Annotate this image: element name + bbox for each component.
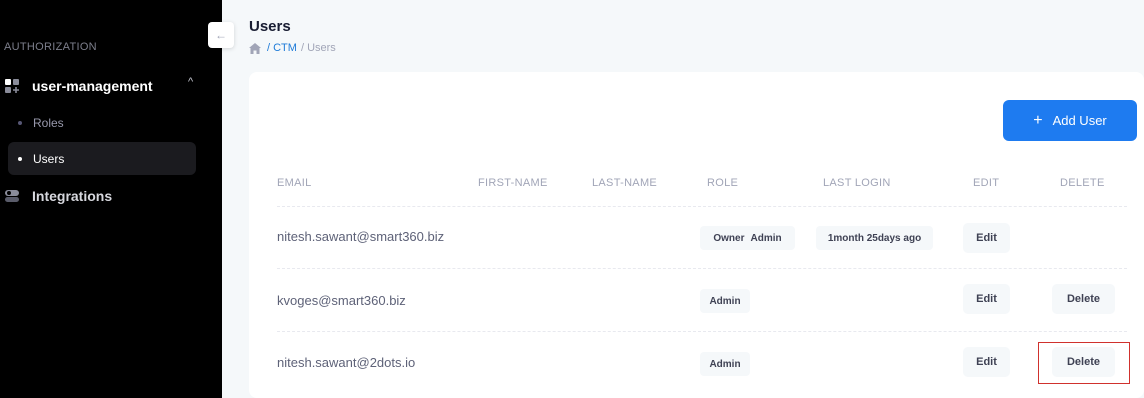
email-cell: kvoges@smart360.biz bbox=[277, 293, 406, 308]
row-divider bbox=[277, 268, 1127, 269]
role-badge: Admin bbox=[700, 289, 750, 313]
column-header-edit: EDIT bbox=[973, 177, 1000, 189]
breadcrumb-current: / Users bbox=[300, 42, 336, 54]
edit-button[interactable]: Edit bbox=[963, 347, 1010, 377]
sidebar-item-roles[interactable]: Roles bbox=[8, 106, 196, 139]
collapse-sidebar-button[interactable]: ← bbox=[208, 22, 234, 48]
role-admin: Admin bbox=[750, 232, 782, 244]
toggle-icon bbox=[4, 188, 20, 204]
role-badge: Owner Admin bbox=[700, 226, 795, 250]
sidebar-item-user-management[interactable]: user-management ^ bbox=[4, 74, 204, 98]
grid-plus-icon bbox=[4, 78, 20, 94]
role-badge: Admin bbox=[700, 352, 750, 376]
breadcrumb: / CTM / Users bbox=[249, 42, 336, 54]
sidebar-item-integrations[interactable]: Integrations bbox=[4, 188, 112, 204]
sidebar: AUTHORIZATION user-management ^ Roles Us… bbox=[0, 0, 222, 398]
row-divider bbox=[277, 206, 1127, 207]
edit-button[interactable]: Edit bbox=[963, 223, 1010, 253]
email-cell: nitesh.sawant@smart360.biz bbox=[277, 229, 445, 244]
column-header-role: ROLE bbox=[707, 177, 739, 189]
bullet-icon bbox=[18, 156, 22, 161]
users-card: + Add User EMAIL FIRST-NAME LAST-NAME RO… bbox=[249, 72, 1144, 398]
sidebar-item-label: user-management bbox=[32, 78, 153, 94]
last-login-badge: 1month 25days ago bbox=[816, 226, 933, 250]
sidebar-item-label: Integrations bbox=[32, 188, 113, 204]
add-user-button[interactable]: + Add User bbox=[1003, 100, 1137, 141]
add-user-label: Add User bbox=[1052, 113, 1107, 128]
sidebar-section-title: AUTHORIZATION bbox=[4, 41, 97, 53]
delete-button[interactable]: Delete bbox=[1052, 284, 1115, 314]
chevron-up-icon[interactable]: ^ bbox=[188, 76, 193, 88]
sidebar-item-users[interactable]: Users bbox=[8, 142, 196, 175]
page-title: Users bbox=[249, 18, 291, 35]
plus-icon: + bbox=[1033, 111, 1043, 129]
role-owner: Owner bbox=[713, 232, 745, 244]
home-icon[interactable] bbox=[249, 42, 261, 54]
sidebar-item-label: Roles bbox=[33, 115, 64, 130]
column-header-delete: DELETE bbox=[1060, 177, 1105, 189]
breadcrumb-link-ctm[interactable]: / CTM bbox=[267, 42, 297, 54]
column-header-first-name: FIRST-NAME bbox=[478, 177, 548, 189]
column-header-last-login: LAST LOGIN bbox=[823, 177, 891, 189]
column-header-email: EMAIL bbox=[277, 177, 312, 189]
arrow-left-icon: ← bbox=[215, 28, 227, 42]
bullet-icon bbox=[18, 120, 22, 125]
column-header-last-name: LAST-NAME bbox=[592, 177, 658, 189]
highlight-box bbox=[1038, 342, 1130, 384]
email-cell: nitesh.sawant@2dots.io bbox=[277, 355, 416, 370]
row-divider bbox=[277, 331, 1127, 332]
edit-button[interactable]: Edit bbox=[963, 284, 1010, 314]
sidebar-item-label: Users bbox=[33, 151, 65, 166]
